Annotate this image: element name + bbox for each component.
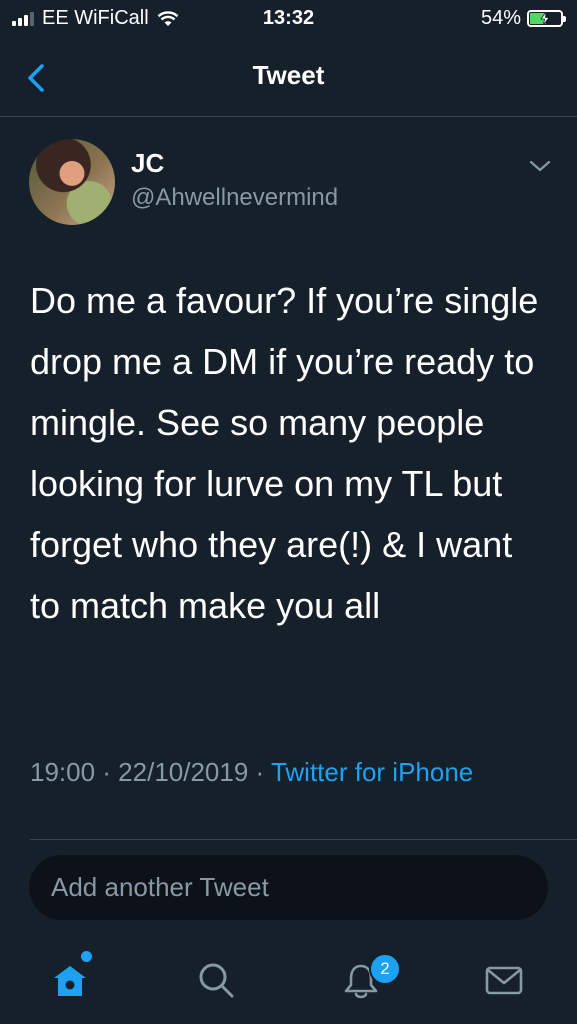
tweet-meta: 19:00 · 22/10/2019 · Twitter for iPhone [30,752,550,792]
battery-percent: 54% [480,7,521,29]
tweet-timestamp: 19:00 · 22/10/2019 · [30,757,271,787]
tab-home[interactable] [48,958,92,1002]
more-options-button[interactable] [526,152,554,180]
tweet-text: Do me a favour? If you’re single drop me… [30,280,539,626]
battery-icon [527,10,566,27]
nav-bar: Tweet [0,40,577,117]
mail-icon [485,966,523,995]
tweet-source-link[interactable]: Twitter for iPhone [271,757,473,787]
reply-placeholder: Add another Tweet [51,872,269,902]
divider [30,839,577,840]
search-icon [199,963,234,998]
new-content-dot [81,951,92,962]
chevron-down-icon [529,160,551,172]
reply-input[interactable]: Add another Tweet [29,855,548,920]
author-name[interactable]: JC [131,148,164,179]
charging-bolt-icon [540,12,550,25]
author-handle[interactable]: @Ahwellnevermind [131,184,338,212]
status-bar: EE WiFiCall 13:32 54% [0,0,577,40]
tab-messages[interactable] [482,958,526,1002]
tab-search[interactable] [194,958,238,1002]
notification-badge: 2 [369,953,401,985]
home-icon [54,966,86,996]
status-right: 54% [480,7,566,30]
page-title: Tweet [252,60,325,90]
avatar[interactable] [29,139,115,225]
